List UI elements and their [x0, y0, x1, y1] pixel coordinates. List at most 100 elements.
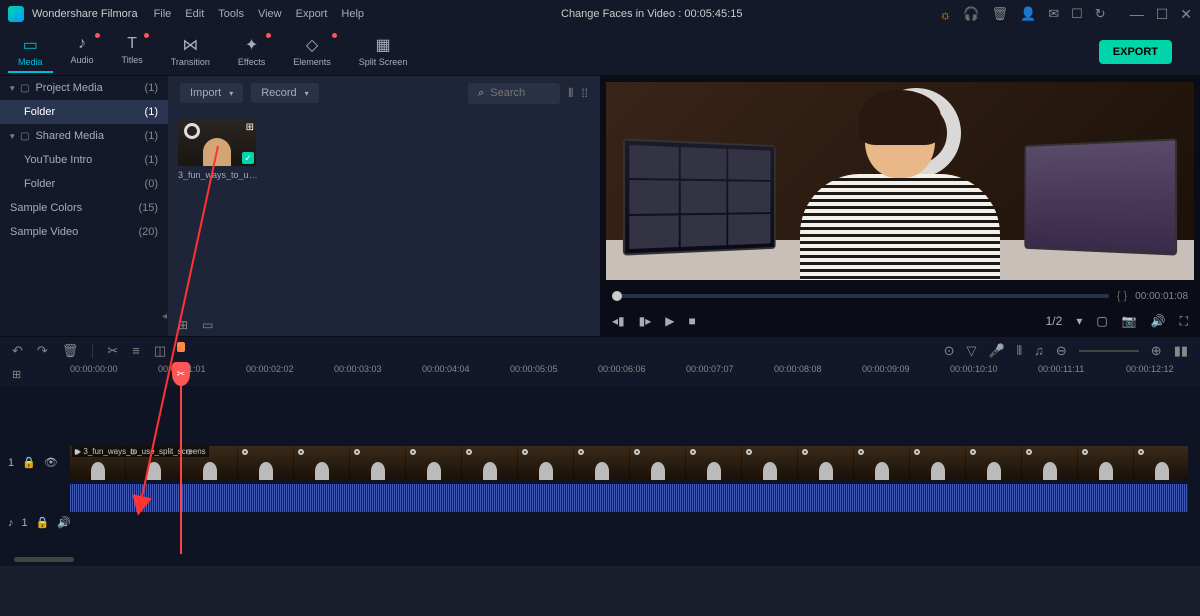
fullscreen-icon[interactable]: ⛶	[1180, 314, 1188, 329]
clip-name: 3_fun_ways_to_use_spl...	[178, 170, 258, 180]
clip-thumbnail[interactable]: ⊞ ✓	[178, 120, 256, 166]
snapshot-icon[interactable]: 📷	[1122, 314, 1137, 328]
sidebar-project-media[interactable]: ▾▢Project Media(1)	[0, 76, 168, 100]
search-box[interactable]: ⌕	[468, 83, 560, 104]
stop-button[interactable]: ■	[689, 314, 696, 328]
tool-tabs-bar: ▭Media ♪Audio TTitles ⋈Transition ✦Effec…	[0, 28, 1200, 76]
crop-icon[interactable]: ◫	[154, 343, 166, 359]
timeline[interactable]: 1🔒👁 ♪1🔒🔊 ▶ 3_fun_ways_to_use_split_scree…	[0, 386, 1200, 554]
titlebar: Wondershare Filmora File Edit Tools View…	[0, 0, 1200, 28]
close-button[interactable]: ✕	[1180, 6, 1192, 23]
record-dropdown[interactable]: Record▾	[251, 83, 318, 103]
menu-view[interactable]: View	[258, 8, 282, 20]
zoom-label[interactable]: 1/2	[1046, 314, 1063, 328]
search-input[interactable]	[490, 87, 550, 99]
titles-icon: T	[127, 35, 137, 53]
render-icon[interactable]: ⊙	[944, 343, 955, 359]
sidebar-youtube-intro[interactable]: YouTube Intro(1)	[0, 148, 168, 172]
prev-frame-button[interactable]: ◂▮	[612, 314, 625, 328]
zoom-slider[interactable]	[1079, 350, 1139, 352]
cut-button[interactable]: ✂	[107, 343, 118, 359]
filter-icon[interactable]: ⫴	[568, 86, 573, 101]
folder-open-icon[interactable]: ▭	[202, 318, 213, 332]
undo-button[interactable]: ↶	[12, 343, 23, 359]
check-icon: ✓	[242, 152, 254, 164]
marker-icon[interactable]	[177, 342, 185, 352]
scrollbar-thumb[interactable]	[14, 557, 74, 562]
menu-tools[interactable]: Tools	[218, 8, 244, 20]
preview-controls: ◂▮ ▮▸ ▶ ■ 1/2 ▾ ▢ 📷 🔊 ⛶	[600, 306, 1200, 336]
music-note-icon: ♪	[8, 517, 14, 529]
menu-export[interactable]: Export	[296, 8, 328, 20]
volume-icon[interactable]: 🔊	[1151, 314, 1166, 328]
message-icon[interactable]: ✉	[1048, 6, 1059, 22]
mail-icon[interactable]: ☐	[1071, 6, 1083, 22]
sidebar-sample-colors[interactable]: Sample Colors(15)	[0, 196, 168, 220]
next-frame-button[interactable]: ▮▸	[639, 314, 652, 328]
folder-icon: ▢	[20, 131, 29, 142]
video-clip[interactable]	[70, 446, 1188, 480]
sidebar-folder[interactable]: Folder(1)	[0, 100, 168, 124]
redo-button[interactable]: ↷	[37, 343, 48, 359]
preview-timecode: 00:00:01:08	[1135, 291, 1188, 302]
sidebar-folder-2[interactable]: Folder(0)	[0, 172, 168, 196]
delete-button[interactable]: 🗑	[62, 343, 79, 359]
display-icon[interactable]: ▢	[1096, 314, 1107, 328]
audio-track-header[interactable]: ♪1🔒🔊	[8, 516, 71, 529]
trash-icon[interactable]: 🗑	[992, 6, 1009, 22]
clip-menu-icon[interactable]: ⊞	[246, 122, 254, 133]
speaker-icon[interactable]: 🔊	[57, 516, 71, 529]
zoom-out-button[interactable]: ⊖	[1056, 343, 1067, 359]
media-toolbar: Import▾ Record▾ ⌕ ⫴ ⁞⁞	[168, 76, 600, 110]
main-menu: File Edit Tools View Export Help	[154, 8, 364, 20]
import-dropdown[interactable]: Import▾	[180, 83, 243, 103]
eye-icon[interactable]: 👁	[44, 456, 58, 469]
refresh-icon[interactable]: ↻	[1095, 6, 1106, 22]
project-title: Change Faces in Video : 00:05:45:15	[364, 8, 939, 20]
sidebar-shared-media[interactable]: ▾▢Shared Media(1)	[0, 124, 168, 148]
tab-splitscreen[interactable]: ▦Split Screen	[349, 31, 418, 73]
minimize-button[interactable]: —	[1130, 6, 1144, 23]
tab-effects[interactable]: ✦Effects	[228, 31, 275, 73]
tab-media[interactable]: ▭Media	[8, 31, 53, 73]
video-track-header[interactable]: 1🔒👁	[8, 456, 58, 469]
tab-audio[interactable]: ♪Audio	[61, 31, 104, 73]
menu-edit[interactable]: Edit	[185, 8, 204, 20]
tab-titles[interactable]: TTitles	[112, 31, 153, 73]
marker-icon[interactable]: ▽	[966, 343, 976, 359]
ruler-head-icon[interactable]: ⊞	[12, 368, 21, 381]
menu-file[interactable]: File	[154, 8, 172, 20]
scrub-track[interactable]	[612, 294, 1109, 298]
tab-elements[interactable]: ◇Elements	[283, 31, 341, 73]
bulb-icon[interactable]: ☼	[939, 7, 951, 22]
export-button[interactable]: EXPORT	[1099, 40, 1172, 64]
new-folder-icon[interactable]: ⊞	[178, 318, 188, 332]
headphone-icon[interactable]: 🎧	[963, 6, 979, 22]
bracket-icon[interactable]: { }	[1117, 290, 1127, 302]
mixer-icon[interactable]: ⫴	[1017, 343, 1022, 359]
lock-icon[interactable]: 🔒	[36, 516, 50, 529]
grid-icon[interactable]: ⁞⁞	[581, 86, 588, 100]
sidebar-collapse-icon[interactable]: ◂	[162, 311, 167, 322]
maximize-button[interactable]: ☐	[1156, 6, 1169, 23]
scrub-handle[interactable]	[612, 291, 622, 301]
fit-icon[interactable]: ▮▮	[1174, 343, 1188, 359]
preview-video[interactable]	[606, 82, 1194, 280]
zoom-in-button[interactable]: ⊕	[1151, 343, 1162, 359]
music-icon[interactable]: ♫	[1034, 343, 1044, 358]
media-sidebar: ▾▢Project Media(1) Folder(1) ▾▢Shared Me…	[0, 76, 168, 336]
playhead-handle[interactable]	[172, 362, 190, 386]
audio-clip[interactable]	[70, 484, 1188, 512]
mic-icon[interactable]: 🎤	[988, 343, 1004, 359]
playhead[interactable]	[180, 386, 182, 554]
tab-transition[interactable]: ⋈Transition	[161, 31, 220, 73]
settings-icon[interactable]: ≡	[132, 343, 140, 358]
menu-help[interactable]: Help	[341, 8, 364, 20]
sidebar-sample-video[interactable]: Sample Video(20)	[0, 220, 168, 244]
play-button[interactable]: ▶	[665, 314, 674, 328]
media-clip[interactable]: ⊞ ✓ 3_fun_ways_to_use_spl...	[178, 120, 258, 180]
user-icon[interactable]: 👤	[1020, 6, 1036, 22]
lock-icon[interactable]: 🔒	[22, 456, 36, 469]
chevron-down-icon[interactable]: ▾	[1076, 314, 1082, 328]
timeline-scrollbar[interactable]	[0, 554, 1200, 566]
